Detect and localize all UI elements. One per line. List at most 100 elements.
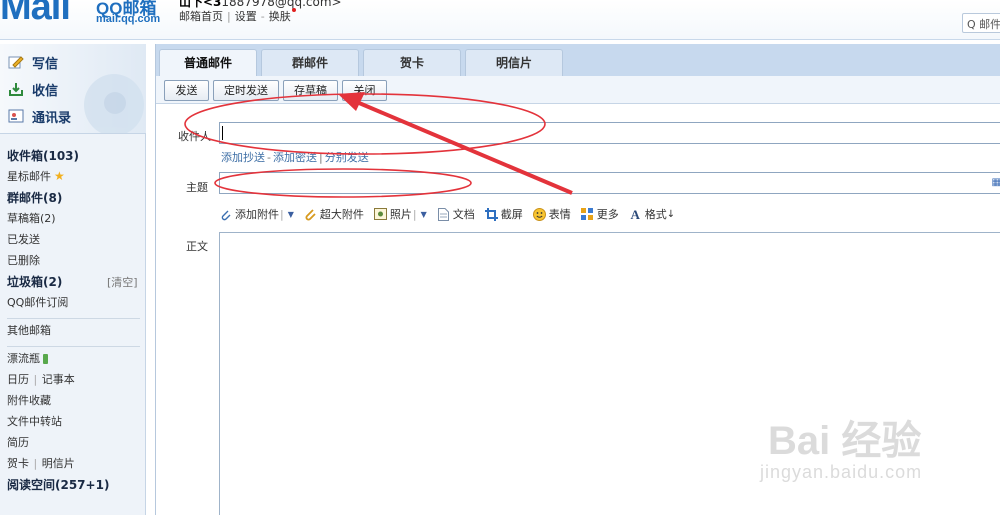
penguin-decoration-icon — [84, 74, 144, 133]
folder-group[interactable]: 群邮件(8) — [7, 189, 62, 206]
link-cards[interactable]: 贺卡 — [7, 457, 29, 470]
folder-sent[interactable]: 已发送 — [7, 231, 40, 247]
sidebar-actions: 写信 收信 通讯录 — [0, 44, 146, 134]
more-button[interactable]: 更多 — [581, 206, 619, 222]
add-bcc-link[interactable]: 添加密送 — [273, 151, 317, 164]
baidu-watermark-url: jingyan.baidu.com — [760, 462, 923, 482]
folder-starred[interactable]: 星标邮件 ★ — [7, 168, 65, 184]
folder-bottle-label: 漂流瓶 — [7, 352, 40, 365]
folder-deleted[interactable]: 已删除 — [7, 252, 40, 268]
separate-send-link[interactable]: 分别发送 — [325, 151, 369, 164]
link-postcards[interactable]: 明信片 — [42, 457, 75, 470]
link-notebook[interactable]: 记事本 — [42, 373, 75, 386]
folder-other[interactable]: 其他邮箱 — [7, 322, 51, 338]
save-draft-button[interactable]: 存草稿 — [283, 80, 338, 101]
more-grid-icon — [581, 207, 594, 221]
compose-button[interactable]: 写信 — [8, 52, 58, 72]
more-label: 更多 — [596, 208, 619, 221]
editor-toolbar: 添加附件 | ▼ 超大附件 照片 | ▼ 文档 截屏 表情 更多 A 格式 ↓ — [219, 205, 685, 223]
link-settings[interactable]: 设置 — [235, 10, 257, 23]
folder-reading[interactable]: 阅读空间(257+1) — [7, 476, 109, 493]
photo-label: 照片 — [389, 208, 412, 221]
link-home[interactable]: 邮箱首页 — [179, 10, 223, 23]
large-attachment-button[interactable]: 超大附件 — [304, 206, 364, 222]
search-input[interactable]: Q 邮件 — [962, 13, 1000, 33]
folder-drafts[interactable]: 草稿箱(2) — [7, 210, 56, 226]
add-attachment-button[interactable]: 添加附件 | ▼ — [219, 206, 294, 222]
bottle-icon — [43, 354, 48, 364]
folder-subscription[interactable]: QQ邮件订阅 — [7, 294, 68, 310]
logo-mail-text[interactable]: Mail — [0, 0, 71, 29]
contacts-icon — [8, 108, 24, 124]
compose-label: 写信 — [32, 56, 59, 72]
folder-inbox[interactable]: 收件箱(103) — [7, 147, 79, 164]
baidu-watermark: Bai 经验 — [768, 419, 922, 463]
document-icon — [437, 207, 450, 221]
app-header: Mail QQ邮箱 mail.qq.com 山下<31887978@qq.com… — [0, 0, 1000, 40]
receive-button[interactable]: 收信 — [8, 79, 58, 99]
tab-group-mail[interactable]: 群邮件 — [261, 49, 359, 76]
large-attachment-label: 超大附件 — [319, 208, 364, 221]
separator: - — [267, 151, 271, 164]
account-suffix: > — [331, 0, 342, 9]
separator: | — [412, 207, 417, 221]
format-button[interactable]: A 格式 ↓ — [629, 206, 676, 222]
photo-icon — [373, 207, 387, 221]
screenshot-label: 截屏 — [500, 208, 523, 221]
text-caret — [222, 126, 223, 140]
smiley-icon — [532, 207, 546, 221]
separator: | — [318, 151, 323, 164]
trash-clear-link[interactable]: [清空] — [107, 274, 138, 290]
folder-starred-label: 星标邮件 — [7, 170, 51, 183]
separator: - — [260, 10, 265, 23]
emoji-label: 表情 — [548, 208, 571, 221]
document-label: 文档 — [452, 208, 475, 221]
recipient-label: 收件人 — [178, 130, 211, 143]
divider — [7, 346, 140, 347]
link-calendar[interactable]: 日历 — [7, 373, 29, 386]
contacts-button[interactable]: 通讯录 — [8, 106, 71, 126]
tab-postcard[interactable]: 明信片 — [465, 49, 563, 76]
subject-input[interactable]: ▦▾ — [219, 172, 1000, 194]
stationery-grid-icon[interactable]: ▦▾ — [992, 177, 1000, 188]
cards-postcards-row: 贺卡 | 明信片 — [7, 455, 75, 471]
inbox-tray-icon — [8, 81, 24, 97]
scheduled-send-button[interactable]: 定时发送 — [213, 80, 279, 101]
folder-resume[interactable]: 简历 — [7, 434, 29, 450]
compose-toolbar: 发送 定时发送 存草稿 关闭 — [156, 76, 1000, 104]
folder-bottle[interactable]: 漂流瓶 — [7, 350, 48, 366]
large-paperclip-icon — [304, 208, 317, 221]
divider — [7, 318, 140, 319]
photo-button[interactable]: 照片 | ▼ — [373, 206, 427, 222]
chevron-down-icon[interactable]: ▼ — [288, 210, 294, 219]
folder-attachments[interactable]: 附件收藏 — [7, 392, 51, 408]
font-format-icon: A — [630, 206, 640, 222]
body-label: 正文 — [186, 240, 208, 253]
send-button[interactable]: 发送 — [164, 80, 209, 101]
separator: | — [227, 10, 231, 23]
sidebar: 写信 收信 通讯录 收件箱(103) 星标邮件 ★ 群邮件(8) 草稿箱(2) 已… — [0, 44, 146, 515]
folder-transfer[interactable]: 文件中转站 — [7, 413, 62, 429]
subject-label: 主题 — [186, 181, 208, 194]
recipient-input[interactable] — [219, 122, 1000, 144]
separator: | — [30, 457, 41, 470]
close-button[interactable]: 关闭 — [342, 80, 387, 101]
header-links: 邮箱首页 | 设置 - 换肤 — [179, 8, 296, 24]
chevron-down-icon[interactable]: ▼ — [421, 210, 427, 219]
separator: | — [280, 207, 284, 221]
screenshot-icon — [484, 207, 498, 221]
receive-label: 收信 — [32, 83, 59, 99]
compose-tabs: 普通邮件 群邮件 贺卡 明信片 — [156, 44, 1000, 76]
tab-greeting-card[interactable]: 贺卡 — [363, 49, 461, 76]
screenshot-button[interactable]: 截屏 — [484, 206, 523, 222]
notification-dot — [291, 8, 296, 12]
emoji-button[interactable]: 表情 — [532, 206, 571, 222]
paperclip-icon — [219, 208, 232, 221]
format-toggle-icon: ↓ — [666, 208, 676, 220]
tab-normal-mail[interactable]: 普通邮件 — [159, 49, 257, 76]
add-cc-link[interactable]: 添加抄送 — [221, 151, 265, 164]
separator: | — [30, 373, 41, 386]
document-button[interactable]: 文档 — [437, 206, 475, 222]
link-skin[interactable]: 换肤 — [269, 10, 291, 23]
folder-trash[interactable]: 垃圾箱(2) — [7, 273, 62, 290]
